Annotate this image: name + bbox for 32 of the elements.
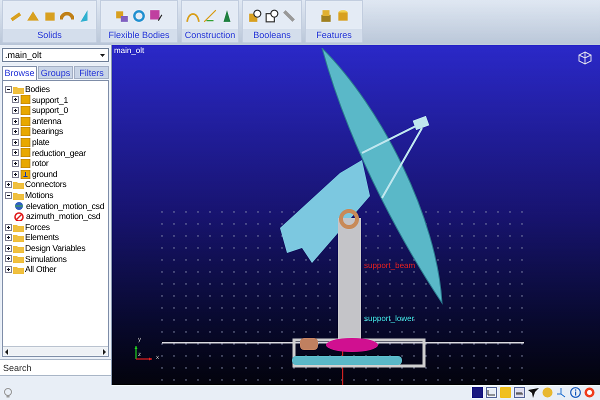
tree-item[interactable]: support_1 <box>32 96 68 104</box>
tree-item[interactable]: Simulations <box>25 254 67 264</box>
ribbon-group-label: Booleans <box>243 29 301 42</box>
tree-item[interactable]: Design Variables <box>25 244 86 252</box>
marker-label: support_lower <box>364 315 416 323</box>
model-dropdown-value: .main_olt <box>5 50 42 60</box>
tree-item[interactable]: azimuth_motion_csd <box>26 212 100 221</box>
tree-item[interactable]: antenna <box>32 116 62 126</box>
ribbon-group-label: Construction <box>182 29 238 42</box>
tree-item[interactable]: Elements <box>25 233 59 242</box>
tree-item[interactable]: elevation_motion_csd <box>26 202 104 210</box>
tree-item[interactable]: Motions <box>25 190 54 200</box>
tree-item[interactable]: Forces <box>25 222 50 232</box>
tree-item[interactable]: Bodies <box>25 85 50 94</box>
browser-tab[interactable]: Groups <box>38 66 73 79</box>
tree-item[interactable]: Connectors <box>25 180 66 189</box>
tree-item[interactable]: rotor <box>32 159 48 168</box>
tree-item[interactable]: ground <box>32 170 58 178</box>
browser-tab[interactable]: Filters <box>74 66 109 79</box>
model-dropdown[interactable]: .main_olt <box>2 48 109 62</box>
search-field[interactable]: Search <box>0 359 111 376</box>
tree-item[interactable]: support_0 <box>32 106 68 115</box>
model-name-label: main_olt <box>114 45 144 57</box>
ribbon-group-label: Solids <box>3 29 96 42</box>
tree-item[interactable]: All Other <box>25 265 56 274</box>
tree-item[interactable]: reduction_gear <box>32 148 86 158</box>
browser-tab[interactable]: Browse <box>2 66 37 80</box>
tree-item[interactable]: bearings <box>32 127 64 136</box>
ribbon-group-label: Features <box>306 29 362 42</box>
marker-label: support_beam <box>364 262 416 270</box>
tree-item[interactable]: plate <box>32 138 50 147</box>
ribbon-group-label: Flexible Bodies <box>101 29 177 42</box>
